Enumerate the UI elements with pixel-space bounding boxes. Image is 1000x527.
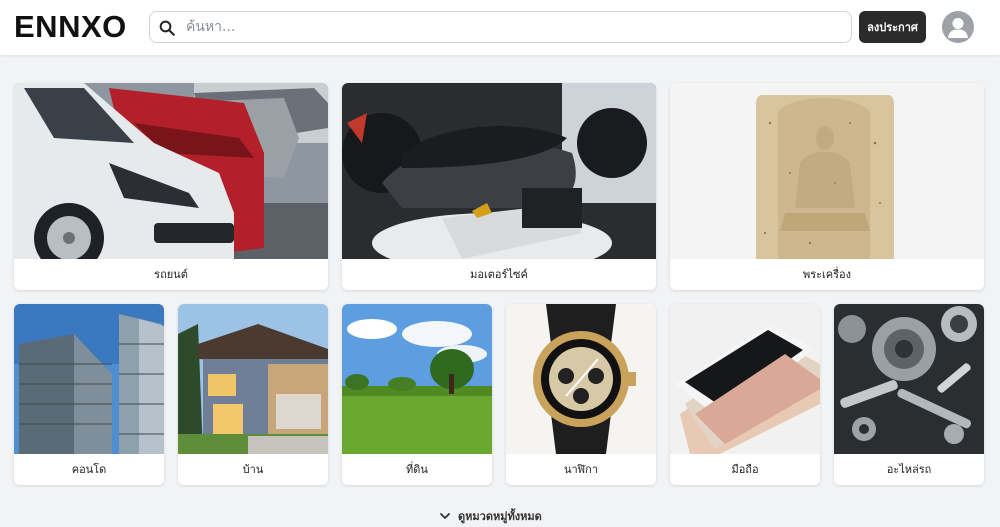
land-photo xyxy=(342,304,492,454)
category-card-condos[interactable]: คอนโด xyxy=(14,304,164,485)
category-label: พระเครื่อง xyxy=(670,259,984,290)
house-photo xyxy=(178,304,328,454)
car-parts-photo xyxy=(834,304,984,454)
site-logo[interactable]: ENNXO xyxy=(14,9,127,45)
car-photo xyxy=(14,83,328,259)
category-card-car-parts[interactable]: อะไหล่รถ xyxy=(834,304,984,485)
category-label: มอเตอร์ไซค์ xyxy=(342,259,656,290)
category-label: คอนโด xyxy=(14,454,164,485)
category-card-houses[interactable]: บ้าน xyxy=(178,304,328,485)
category-card-motorcycles[interactable]: มอเตอร์ไซค์ xyxy=(342,83,656,290)
search-input[interactable] xyxy=(186,16,836,38)
category-label: บ้าน xyxy=(178,454,328,485)
category-label: รถยนต์ xyxy=(14,259,328,290)
category-card-amulets[interactable]: พระเครื่อง xyxy=(670,83,984,290)
category-label: อะไหล่รถ xyxy=(834,454,984,485)
user-avatar[interactable] xyxy=(942,11,974,43)
top-header: ENNXO ลงประกาศ xyxy=(0,0,1000,55)
see-all-label: ดูหมวดหมู่ทั้งหมด xyxy=(458,510,542,523)
motorcycle-photo xyxy=(342,83,656,259)
category-card-watches[interactable]: นาฬิกา xyxy=(506,304,656,485)
watch-photo xyxy=(506,304,656,454)
search-icon xyxy=(159,20,175,36)
amulet-photo xyxy=(670,83,984,259)
user-icon xyxy=(948,18,968,38)
category-card-land[interactable]: ที่ดิน xyxy=(342,304,492,485)
see-all-categories-link[interactable]: ดูหมวดหมู่ทั้งหมด xyxy=(440,507,560,525)
category-card-cars[interactable]: รถยนต์ xyxy=(14,83,328,290)
condo-photo xyxy=(14,304,164,454)
category-label: ที่ดิน xyxy=(342,454,492,485)
phone-photo xyxy=(670,304,820,454)
category-label: นาฬิกา xyxy=(506,454,656,485)
post-listing-button[interactable]: ลงประกาศ xyxy=(859,11,926,43)
chevron-down-icon xyxy=(440,513,450,519)
category-card-phones[interactable]: มือถือ xyxy=(670,304,820,485)
category-label: มือถือ xyxy=(670,454,820,485)
search-bar[interactable] xyxy=(149,11,852,43)
